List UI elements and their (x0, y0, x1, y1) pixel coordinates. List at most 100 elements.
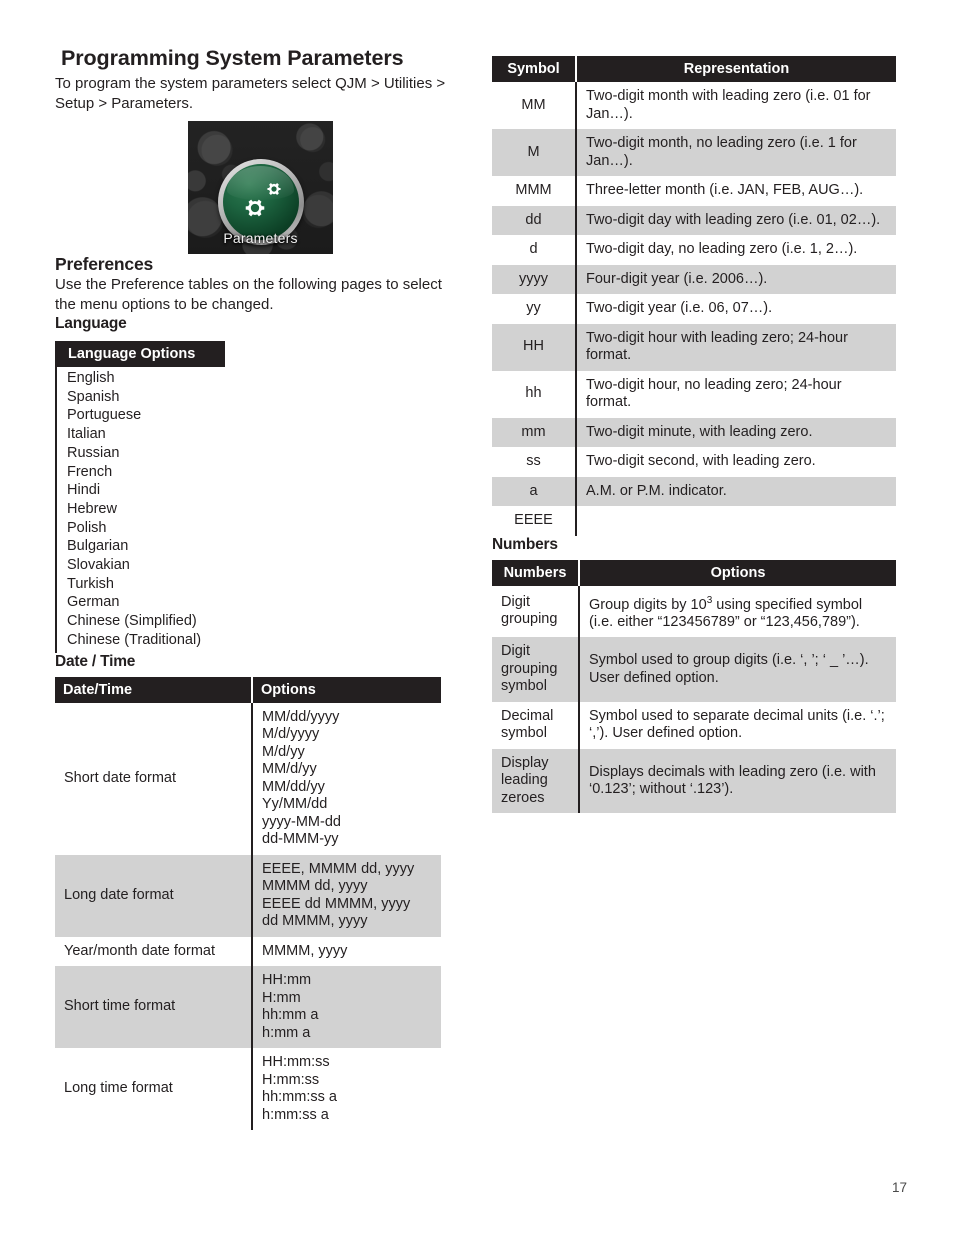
datetime-heading: Date / Time (55, 652, 136, 670)
list-item: Bulgarian (67, 538, 129, 555)
list-item: Chinese (Traditional) (67, 631, 202, 648)
row-options: EEEE, MMMM dd, yyyy MMMM dd, yyyy EEEE d… (251, 854, 441, 937)
list-item: Italian (67, 426, 106, 443)
representation-cell: Two-digit day, no leading zero (i.e. 1, … (575, 235, 896, 265)
representation-cell: Two-digit hour, no leading zero; 24-hour… (575, 370, 896, 418)
table-row: MM Two-digit month with leading zero (i.… (492, 82, 896, 129)
list-item: Hindi (67, 482, 101, 499)
representation-cell: A.M. or P.M. indicator. (575, 476, 896, 506)
table-header-row: Date/Time Options (55, 676, 441, 703)
symbol-cell: a (492, 476, 576, 506)
list-item: Portuguese (67, 407, 142, 424)
row-options: MM/dd/yyyy M/d/yyyy M/d/yy MM/d/yy MM/dd… (251, 702, 441, 855)
page-number: 17 (891, 1180, 907, 1195)
table-row: dd Two-digit day with leading zero (i.e.… (492, 205, 896, 235)
row-label: Short date format (64, 769, 177, 786)
representation-cell: Two-digit second, with leading zero. (575, 447, 896, 477)
list-item: Hebrew (67, 500, 117, 517)
symbol-cell: ss (526, 453, 541, 469)
intro-paragraph: To program the system parameters select … (55, 75, 446, 112)
representation-cell: Two-digit month, no leading zero (i.e. 1… (575, 129, 896, 176)
table-row: d Two-digit day, no leading zero (i.e. 1… (492, 235, 896, 265)
option-text-pre: Group digits by 10 (589, 596, 707, 613)
representation-cell (575, 506, 896, 536)
list-item: Polish (67, 519, 107, 536)
row-option: Symbol used to separate decimal units (i… (578, 701, 896, 749)
representation-cell: Two-digit year (i.e. 06, 07…). (575, 294, 896, 324)
language-options-header: Language Options (55, 341, 225, 367)
table-row: yyyy Four-digit year (i.e. 2006…). (492, 264, 896, 294)
table-row: yy Two-digit year (i.e. 06, 07…). (492, 294, 896, 324)
preferences-heading: Preferences (55, 254, 154, 274)
symbol-cell: M (492, 129, 576, 176)
representation-cell: Two-digit minute, with leading zero. (575, 417, 896, 447)
parameters-icon: Parameters (188, 121, 333, 254)
symbol-cell: d (529, 241, 538, 257)
right-column: Symbol Representation MM Two-digit month… (492, 56, 896, 814)
table-row: mm Two-digit minute, with leading zero. (492, 417, 896, 447)
row-option: Group digits by 103 using specified symb… (578, 585, 896, 638)
sphere-face (222, 164, 299, 240)
list-item: Turkish (67, 575, 114, 592)
table-row: Short date format MM/dd/yyyy M/d/yyyy M/… (55, 702, 441, 855)
symbol-cell: hh (525, 385, 542, 402)
list-item: Russian (67, 444, 120, 461)
table-row: Digit grouping symbol Symbol used to gro… (492, 637, 896, 702)
symbol-cell: mm (492, 417, 576, 447)
preferences-text: Use the Preference tables on the followi… (55, 276, 442, 313)
symbol-cell: yyyy (492, 264, 576, 294)
table-row: Short time format HH:mm H:mm hh:mm a h:m… (55, 966, 441, 1049)
table-row: EEEE (492, 506, 896, 536)
column-header-options: Options (251, 676, 441, 703)
row-option: Displays decimals with leading zero (i.e… (578, 748, 896, 814)
row-options: HH:mm H:mm hh:mm a h:mm a (251, 966, 441, 1049)
row-label: Short time format (55, 966, 252, 1049)
row-options: MMMM, yyyy (251, 936, 441, 967)
document-page: Programming System Parameters To program… (0, 0, 954, 1235)
list-item: French (67, 463, 113, 480)
column-header-symbol: Symbol (492, 56, 576, 82)
symbol-cell: MMM (515, 182, 552, 198)
list-item: English (67, 370, 115, 386)
representation-cell: Two-digit day with leading zero (i.e. 01… (575, 205, 896, 235)
table-row: Long time format HH:mm:ss H:mm:ss hh:mm:… (55, 1048, 441, 1131)
table-row: MMM Three-letter month (i.e. JAN, FEB, A… (492, 176, 896, 206)
symbol-cell: MM (521, 96, 546, 113)
row-label: Long time format (64, 1080, 173, 1097)
row-label: Decimal symbol (501, 707, 554, 742)
column-header-datetime: Date/Time (55, 676, 252, 703)
representation-cell: Three-letter month (i.e. JAN, FEB, AUG…)… (575, 176, 896, 206)
page-title: Programming System Parameters (61, 46, 404, 70)
language-heading: Language (55, 315, 127, 332)
row-label: Digit grouping symbol (492, 637, 579, 702)
symbol-representation-table: Symbol Representation MM Two-digit month… (492, 56, 896, 536)
row-label: Long date format (55, 854, 252, 937)
symbol-cell: HH (492, 323, 576, 371)
list-item: German (67, 594, 120, 611)
table-row: Display leading zeroes Displays decimals… (492, 748, 896, 814)
table-header-row: Numbers Options (492, 559, 896, 586)
table-header-row: Symbol Representation (492, 56, 896, 82)
numbers-table: Numbers Options Digit grouping Group dig… (492, 559, 896, 814)
table-row: HH Two-digit hour with leading zero; 24-… (492, 323, 896, 371)
representation-cell: Four-digit year (i.e. 2006…). (575, 264, 896, 294)
row-options: HH:mm:ss H:mm:ss hh:mm:ss a h:mm:ss a (251, 1048, 441, 1131)
table-row: ss Two-digit second, with leading zero. (492, 447, 896, 477)
gear-icon-small (266, 183, 281, 195)
language-options-list: English Spanish Portuguese Italian Russi… (55, 367, 223, 653)
table-row: Year/month date format MMMM, yyyy (55, 936, 441, 967)
parameters-icon-label: Parameters (223, 230, 298, 246)
row-option: Symbol used to group digits (i.e. ‘, ’; … (578, 637, 896, 702)
representation-cell: Two-digit hour with leading zero; 24-hou… (575, 323, 896, 371)
row-label: Display leading zeroes (492, 748, 579, 814)
column-header-options: Options (578, 559, 896, 586)
column-header-representation: Representation (575, 56, 896, 82)
row-label: Digit grouping (501, 593, 558, 628)
list-item: Spanish (67, 388, 120, 405)
table-row: Decimal symbol Symbol used to separate d… (492, 701, 896, 749)
symbol-cell: dd (492, 205, 576, 235)
table-row: M Two-digit month, no leading zero (i.e.… (492, 129, 896, 176)
list-item: Slovakian (67, 557, 130, 574)
row-label: Year/month date format (64, 942, 215, 959)
representation-cell: Two-digit month with leading zero (i.e. … (575, 82, 896, 129)
